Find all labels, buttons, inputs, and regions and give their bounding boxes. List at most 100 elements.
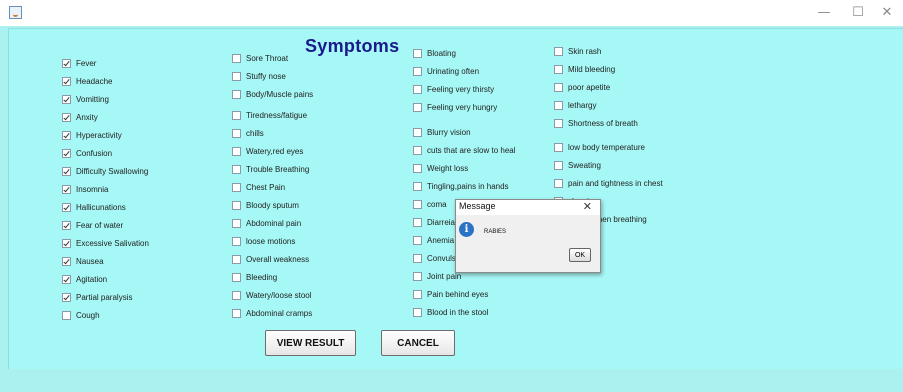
symptom-checkbox[interactable]: Trouble Breathing	[232, 165, 309, 174]
checkbox-unchecked-icon[interactable]	[232, 147, 241, 156]
symptom-checkbox[interactable]: Pain behind eyes	[413, 290, 488, 299]
symptom-checkbox[interactable]: lethargy	[554, 101, 596, 110]
symptom-checkbox[interactable]: Watery,red eyes	[232, 147, 303, 156]
symptom-checkbox[interactable]: coma	[413, 200, 447, 209]
symptom-checkbox[interactable]: Bleeding	[232, 273, 277, 282]
symptom-checkbox[interactable]: low body temperature	[554, 143, 645, 152]
symptom-checkbox[interactable]: Confusion	[62, 149, 112, 158]
symptom-checkbox[interactable]: poor apetite	[554, 83, 610, 92]
symptom-checkbox[interactable]: Tingling,pains in hands	[413, 182, 509, 191]
ok-button[interactable]: OK	[569, 248, 591, 262]
checkbox-unchecked-icon[interactable]	[232, 291, 241, 300]
symptom-checkbox[interactable]: Anemia	[413, 236, 454, 245]
symptom-checkbox[interactable]: Anxity	[62, 113, 98, 122]
symptom-checkbox[interactable]: Agitation	[62, 275, 107, 284]
checkbox-unchecked-icon[interactable]	[232, 183, 241, 192]
symptom-checkbox[interactable]: Blurry vision	[413, 128, 471, 137]
checkbox-checked-icon[interactable]	[62, 131, 71, 140]
checkbox-checked-icon[interactable]	[62, 95, 71, 104]
checkbox-unchecked-icon[interactable]	[554, 143, 563, 152]
symptom-checkbox[interactable]: Hallicunations	[62, 203, 126, 212]
checkbox-unchecked-icon[interactable]	[413, 218, 422, 227]
symptom-checkbox[interactable]: Convulsi	[413, 254, 458, 263]
symptom-checkbox[interactable]: Watery/loose stool	[232, 291, 312, 300]
checkbox-checked-icon[interactable]	[62, 203, 71, 212]
symptom-checkbox[interactable]: Vomitting	[62, 95, 109, 104]
symptom-checkbox[interactable]: Nausea	[62, 257, 104, 266]
checkbox-unchecked-icon[interactable]	[413, 164, 422, 173]
checkbox-checked-icon[interactable]	[62, 221, 71, 230]
checkbox-checked-icon[interactable]	[62, 113, 71, 122]
checkbox-unchecked-icon[interactable]	[232, 237, 241, 246]
checkbox-unchecked-icon[interactable]	[413, 236, 422, 245]
symptom-checkbox[interactable]: Body/Muscle pains	[232, 90, 313, 99]
symptom-checkbox[interactable]: Abdominal cramps	[232, 309, 312, 318]
symptom-checkbox[interactable]: Overall weakness	[232, 255, 309, 264]
checkbox-unchecked-icon[interactable]	[413, 49, 422, 58]
symptom-checkbox[interactable]: Chest Pain	[232, 183, 285, 192]
symptom-checkbox[interactable]: Fear of water	[62, 221, 123, 230]
symptom-checkbox[interactable]: Excessive Salivation	[62, 239, 149, 248]
checkbox-unchecked-icon[interactable]	[232, 219, 241, 228]
symptom-checkbox[interactable]: Joint pain	[413, 272, 461, 281]
checkbox-unchecked-icon[interactable]	[232, 201, 241, 210]
checkbox-unchecked-icon[interactable]	[232, 165, 241, 174]
symptom-checkbox[interactable]: Stuffy nose	[232, 72, 286, 81]
checkbox-checked-icon[interactable]	[62, 275, 71, 284]
maximize-button[interactable]: ☐	[848, 5, 868, 21]
symptom-checkbox[interactable]: Abdominal pain	[232, 219, 301, 228]
checkbox-unchecked-icon[interactable]	[413, 290, 422, 299]
symptom-checkbox[interactable]: Mild bleeding	[554, 65, 615, 74]
checkbox-unchecked-icon[interactable]	[413, 182, 422, 191]
symptom-checkbox[interactable]: Diarreia	[413, 218, 455, 227]
checkbox-unchecked-icon[interactable]	[232, 129, 241, 138]
checkbox-checked-icon[interactable]	[62, 77, 71, 86]
symptom-checkbox[interactable]: cuts that are slow to heal	[413, 146, 516, 155]
dialog-close-icon[interactable]: ✕	[583, 200, 592, 213]
symptom-checkbox[interactable]: Fever	[62, 59, 96, 68]
symptom-checkbox[interactable]: pain and tightness in chest	[554, 179, 663, 188]
symptom-checkbox[interactable]: Skin rash	[554, 47, 601, 56]
checkbox-checked-icon[interactable]	[62, 293, 71, 302]
checkbox-unchecked-icon[interactable]	[413, 85, 422, 94]
checkbox-unchecked-icon[interactable]	[232, 90, 241, 99]
checkbox-unchecked-icon[interactable]	[62, 311, 71, 320]
checkbox-unchecked-icon[interactable]	[232, 111, 241, 120]
checkbox-unchecked-icon[interactable]	[413, 200, 422, 209]
symptom-checkbox[interactable]: Feeling very hungry	[413, 103, 497, 112]
symptom-checkbox[interactable]: Bloating	[413, 49, 456, 58]
symptom-checkbox[interactable]: Tiredness/fatigue	[232, 111, 307, 120]
checkbox-unchecked-icon[interactable]	[413, 308, 422, 317]
checkbox-checked-icon[interactable]	[62, 185, 71, 194]
checkbox-unchecked-icon[interactable]	[554, 119, 563, 128]
checkbox-unchecked-icon[interactable]	[413, 272, 422, 281]
symptom-checkbox[interactable]: Difficulty Swallowing	[62, 167, 148, 176]
checkbox-unchecked-icon[interactable]	[554, 161, 563, 170]
checkbox-checked-icon[interactable]	[62, 59, 71, 68]
symptom-checkbox[interactable]: Partial paralysis	[62, 293, 132, 302]
symptom-checkbox[interactable]: Urinating often	[413, 67, 479, 76]
checkbox-unchecked-icon[interactable]	[554, 65, 563, 74]
checkbox-checked-icon[interactable]	[62, 167, 71, 176]
checkbox-unchecked-icon[interactable]	[413, 67, 422, 76]
symptom-checkbox[interactable]: Insomnia	[62, 185, 108, 194]
symptom-checkbox[interactable]: Sore Throat	[232, 54, 288, 63]
minimize-button[interactable]: —	[814, 5, 834, 21]
checkbox-checked-icon[interactable]	[62, 239, 71, 248]
symptom-checkbox[interactable]: Sweating	[554, 161, 601, 170]
symptom-checkbox[interactable]: Cough	[62, 311, 100, 320]
checkbox-unchecked-icon[interactable]	[232, 255, 241, 264]
close-window-button[interactable]: ✕	[877, 5, 897, 21]
checkbox-unchecked-icon[interactable]	[232, 309, 241, 318]
symptom-checkbox[interactable]: Shortness of breath	[554, 119, 638, 128]
checkbox-unchecked-icon[interactable]	[554, 101, 563, 110]
checkbox-unchecked-icon[interactable]	[232, 72, 241, 81]
checkbox-unchecked-icon[interactable]	[554, 179, 563, 188]
symptom-checkbox[interactable]: Weight loss	[413, 164, 468, 173]
checkbox-checked-icon[interactable]	[62, 149, 71, 158]
symptom-checkbox[interactable]: Feeling very thirsty	[413, 85, 494, 94]
checkbox-unchecked-icon[interactable]	[554, 47, 563, 56]
cancel-button[interactable]: CANCEL	[381, 330, 455, 356]
checkbox-checked-icon[interactable]	[62, 257, 71, 266]
symptom-checkbox[interactable]: Hyperactivity	[62, 131, 122, 140]
